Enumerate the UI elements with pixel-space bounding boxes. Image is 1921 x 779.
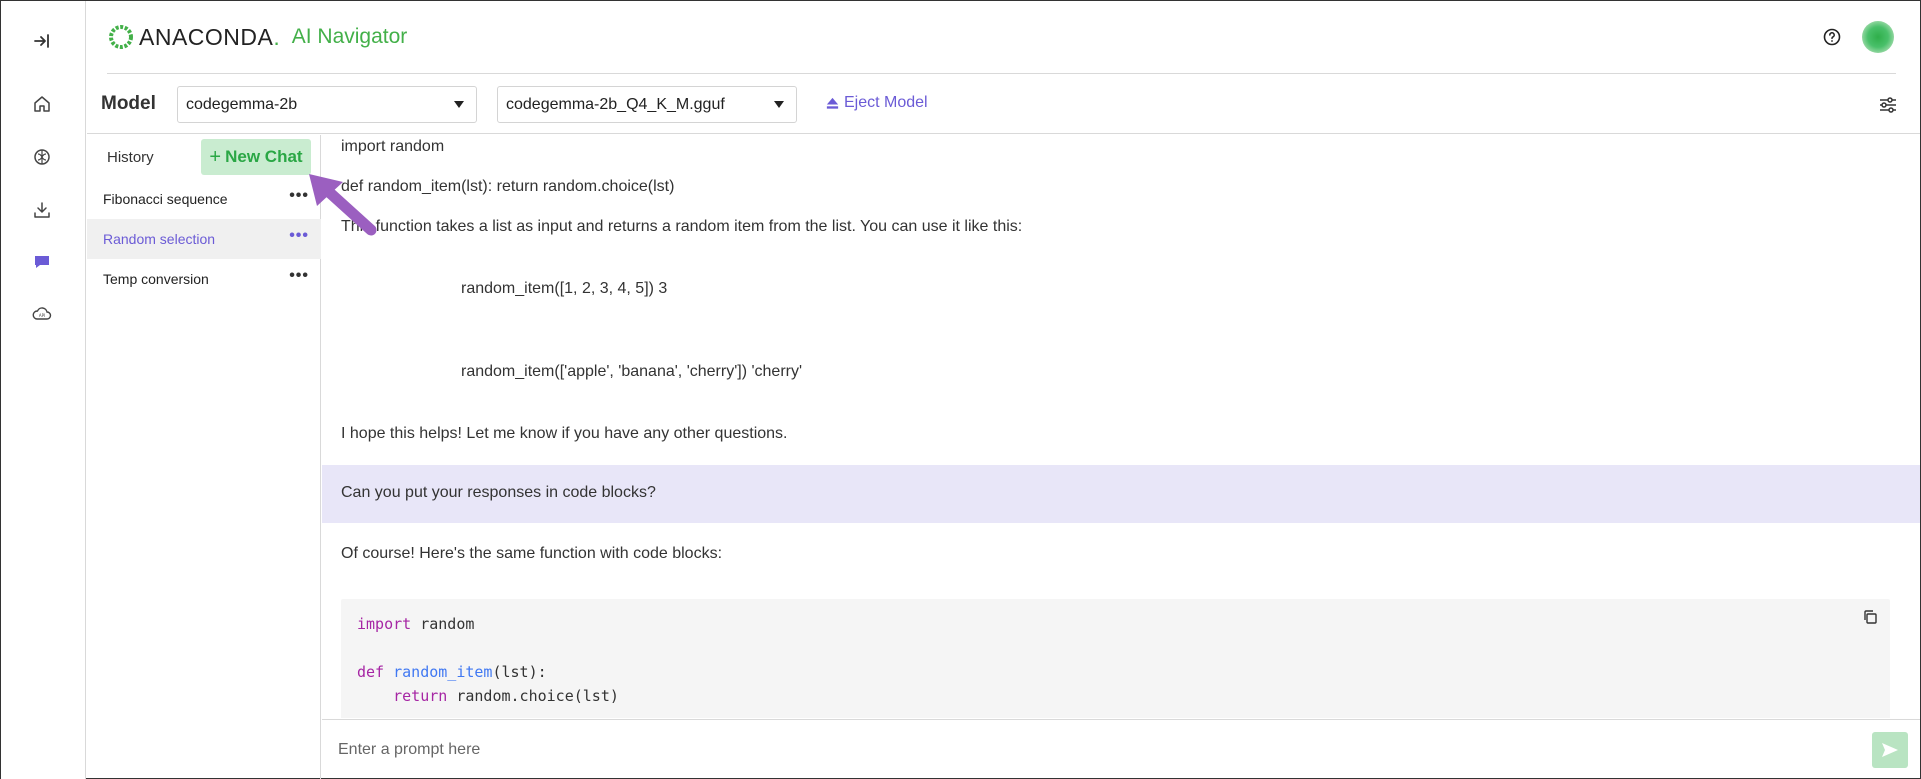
brand-name: ANACONDA (139, 23, 274, 50)
model-bar: Model codegemma-2b codegemma-2b_Q4_K_M.g… (87, 74, 1920, 134)
code-line: import random (357, 615, 475, 633)
expand-sidebar-icon[interactable] (27, 26, 57, 56)
eject-icon (826, 97, 839, 109)
chat-icon[interactable] (27, 247, 57, 277)
app-header: ANACONDA . AI Navigator (87, 1, 1920, 74)
history-sidebar: History + New Chat Fibonacci sequence ••… (87, 135, 321, 779)
history-item-label: Random selection (103, 231, 216, 247)
sliders-icon[interactable] (1878, 95, 1898, 115)
assistant-text: import random (341, 138, 445, 155)
model-select-value: codegemma-2b (186, 95, 298, 113)
assistant-example: random_item(['apple', 'banana', 'cherry'… (461, 363, 803, 380)
new-chat-label: New Chat (225, 147, 303, 166)
caret-down-icon (774, 101, 784, 108)
question-circle-icon[interactable] (1822, 27, 1842, 47)
code-line: def random_item(lst): (357, 663, 547, 681)
brand-dot: . (273, 23, 280, 50)
model-file-select-value: codegemma-2b_Q4_K_M.gguf (506, 95, 725, 113)
history-item-temp-conversion[interactable]: Temp conversion ••• (87, 259, 321, 299)
send-button[interactable] (1872, 732, 1908, 768)
home-icon[interactable] (27, 89, 57, 119)
anaconda-ring-icon (109, 25, 133, 49)
eject-model-button[interactable]: Eject Model (825, 94, 928, 112)
caret-down-icon (454, 101, 464, 108)
history-item-label: Temp conversion (103, 271, 209, 287)
svg-text:API: API (39, 313, 45, 318)
user-message: Can you put your responses in code block… (322, 465, 1920, 523)
download-icon[interactable] (27, 195, 57, 225)
code-block: import random def random_item(lst): retu… (341, 599, 1890, 718)
models-brain-icon[interactable] (27, 142, 57, 172)
assistant-text: This function takes a list as input and … (341, 218, 1023, 235)
prompt-input[interactable] (338, 734, 1868, 766)
history-item-random-selection[interactable]: Random selection ••• (87, 219, 321, 259)
assistant-text: I hope this helps! Let me know if you ha… (341, 425, 788, 442)
assistant-text: Of course! Here's the same function with… (341, 545, 723, 562)
send-icon (1882, 743, 1898, 757)
code-line: return random.choice(lst) (393, 687, 619, 705)
history-title: History (107, 149, 154, 166)
new-chat-button[interactable]: + New Chat (201, 139, 311, 175)
history-item-label: Fibonacci sequence (103, 191, 228, 207)
history-item-fibonacci[interactable]: Fibonacci sequence ••• (87, 179, 321, 219)
app-name: AI Navigator (291, 25, 408, 48)
prompt-bar (322, 719, 1920, 779)
left-rail: API (1, 1, 86, 779)
user-message-text: Can you put your responses in code block… (341, 484, 656, 501)
copy-icon[interactable] (1862, 609, 1878, 625)
chat-transcript: import random def random_item(lst): retu… (322, 135, 1920, 718)
api-cloud-icon[interactable]: API (27, 299, 57, 329)
annotation-arrow-icon (309, 174, 377, 236)
eject-model-label: Eject Model (844, 94, 928, 111)
assistant-text: def random_item(lst): return random.choi… (341, 178, 675, 195)
plus-icon: + (209, 146, 222, 168)
assistant-example: random_item([1, 2, 3, 4, 5]) 3 (461, 280, 668, 297)
anaconda-logo: ANACONDA . AI Navigator (107, 23, 407, 51)
more-options-icon[interactable]: ••• (289, 268, 309, 284)
model-select[interactable]: codegemma-2b (177, 86, 477, 123)
model-file-select[interactable]: codegemma-2b_Q4_K_M.gguf (497, 86, 797, 123)
user-avatar[interactable] (1862, 21, 1894, 53)
app-window: API ANACONDA . AI Navigator Model codege… (0, 0, 1921, 779)
model-label: Model (101, 93, 156, 114)
